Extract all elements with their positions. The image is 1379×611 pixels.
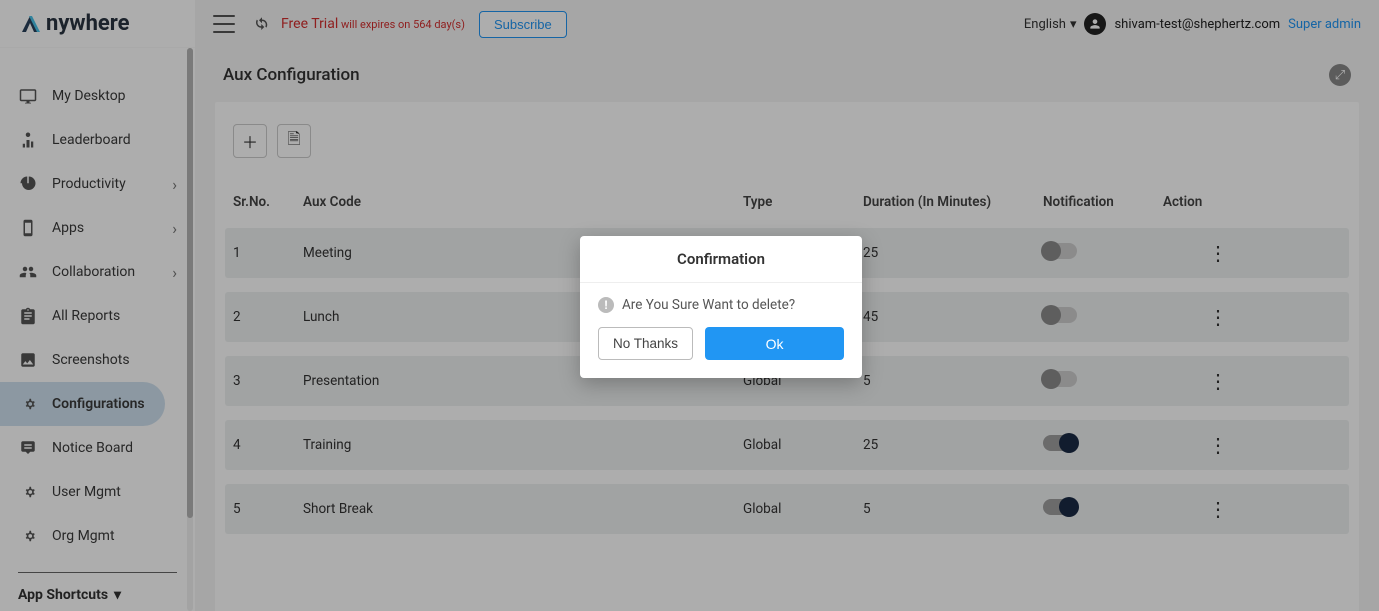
confirmation-modal: Confirmation ! Are You Sure Want to dele… xyxy=(580,236,862,378)
info-icon: ! xyxy=(598,297,614,313)
modal-title: Confirmation xyxy=(580,236,862,283)
ok-button[interactable]: Ok xyxy=(705,327,844,360)
modal-message: Are You Sure Want to delete? xyxy=(622,297,795,313)
cancel-button[interactable]: No Thanks xyxy=(598,327,693,360)
